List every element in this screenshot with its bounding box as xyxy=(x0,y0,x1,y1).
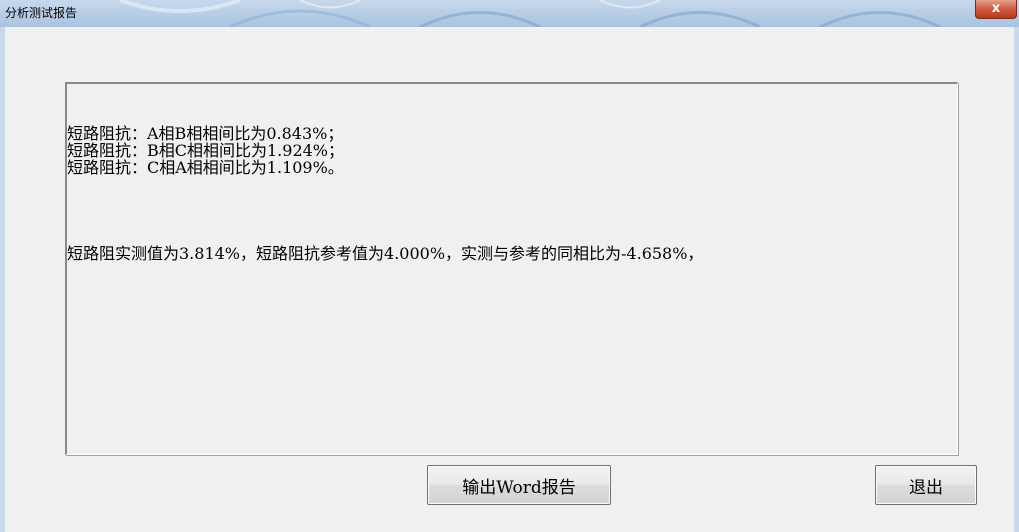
window-title: 分析测试报告 xyxy=(5,6,78,20)
title-bar-decoration xyxy=(119,0,941,27)
export-word-button[interactable]: 输出Word报告 xyxy=(427,465,611,505)
window-border-right xyxy=(1014,27,1019,532)
report-line-ca: 短路阻抗：C相A相相间比为1.109%。 xyxy=(67,158,344,177)
exit-button[interactable]: 退出 xyxy=(875,465,977,505)
report-panel: 短路阻抗：A相B相相间比为0.843%； 短路阻抗：B相C相相间比为1.924%… xyxy=(65,82,958,455)
report-window: 分析测试报告 x 短路阻抗：A相B相相间比为0.843%； 短路阻抗：B相C相相… xyxy=(0,0,1019,532)
close-button[interactable]: x xyxy=(975,0,1017,19)
close-icon: x xyxy=(991,1,1001,16)
title-bar[interactable]: 分析测试报告 x xyxy=(0,0,1019,28)
report-line-summary: 短路阻实测值为3.814%，短路阻抗参考值为4.000%，实测与参考的同相比为-… xyxy=(67,244,704,263)
